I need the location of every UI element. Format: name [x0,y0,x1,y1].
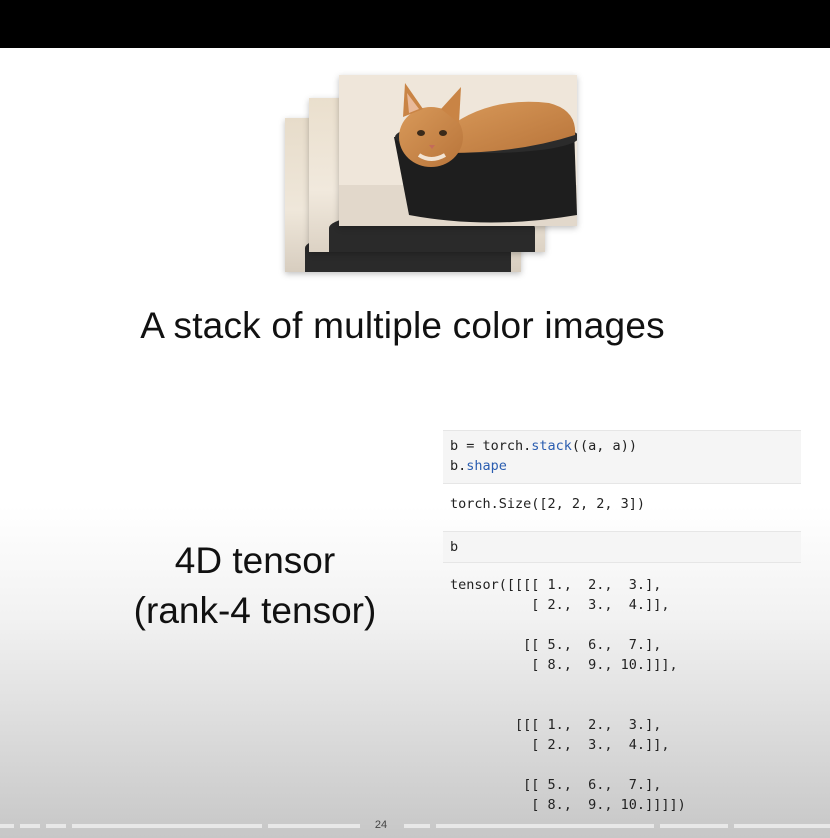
code-attr: shape [466,458,507,474]
video-progress-strip [0,824,830,838]
strip-segment [404,824,430,828]
code-output-size: torch.Size([2, 2, 2, 3]) [450,496,646,512]
cat-in-pot-photo-icon [339,75,577,226]
code-text: ((a, a)) [571,438,637,454]
strip-segment [268,824,360,828]
code-cell-b[interactable]: b [443,531,801,563]
code-line-stack: b = torch.stack((a, a)) [450,436,637,456]
strip-segment [436,824,654,828]
tensor-label-line1: 4D tensor [174,540,336,581]
strip-segment [660,824,728,828]
code-cell-stack[interactable]: b = torch.stack((a, a)) b.shape [443,430,801,484]
code-text: b = torch. [450,438,532,454]
code-attr: stack [531,438,572,454]
code-line-shape: b.shape [450,456,507,476]
tensor-label-line2: (rank-4 tensor) [133,590,377,631]
code-text: b. [450,458,467,474]
code-output-tensor: tensor([[[[ 1., 2., 3.], [ 2., 3., 4.]],… [450,577,686,813]
page-number: 24 [374,819,388,831]
strip-segment [72,824,262,828]
strip-segment [46,824,66,828]
code-line-b: b [450,539,459,555]
strip-segment [20,824,40,828]
strip-segment [0,824,14,828]
top-black-bar [0,0,830,48]
slide-title: A stack of multiple color images [140,305,665,346]
stacked-image-front [339,75,577,226]
strip-segment [734,824,830,828]
